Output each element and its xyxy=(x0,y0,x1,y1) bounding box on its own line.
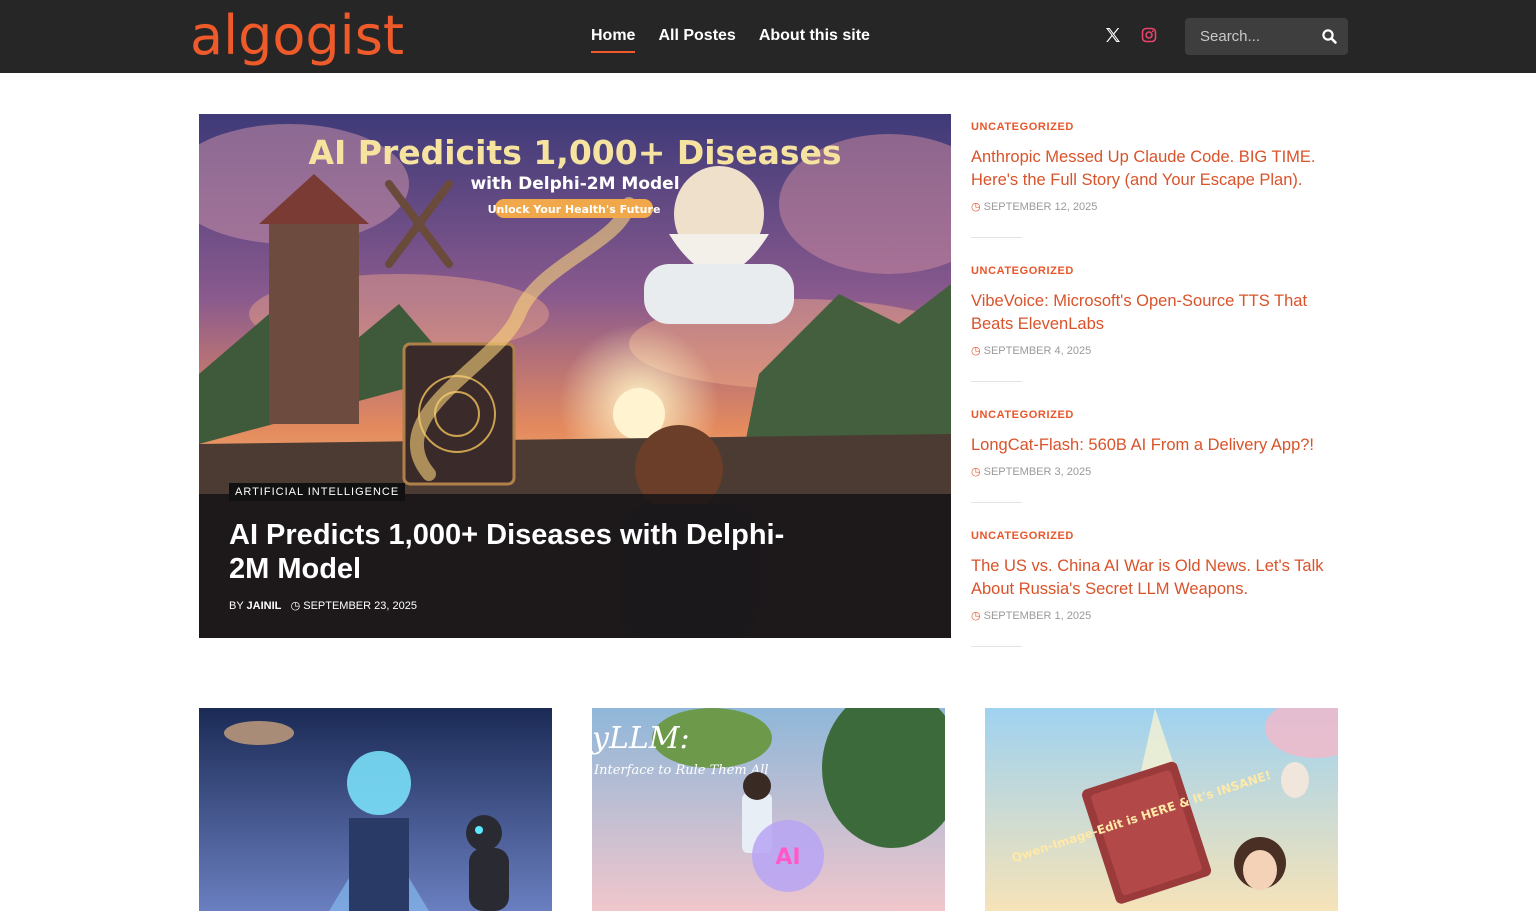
clock-icon: ◷ xyxy=(971,466,981,478)
instagram-icon[interactable] xyxy=(1140,26,1158,44)
clock-icon: ◷ xyxy=(971,201,981,213)
list-item: UNCATEGORIZED VibeVoice: Microsoft's Ope… xyxy=(971,264,1341,358)
post-card-image: yLLM: Interface to Rule Them All AI xyxy=(592,708,945,911)
featured-category-badge[interactable]: ARTIFICIAL INTELLIGENCE xyxy=(229,483,406,501)
post-title[interactable]: Anthropic Messed Up Claude Code. BIG TIM… xyxy=(971,146,1341,192)
post-card-llm[interactable]: yLLM: Interface to Rule Them All AI xyxy=(592,708,945,911)
featured-author[interactable]: JAINIL xyxy=(247,600,282,612)
clock-icon: ◷ xyxy=(290,600,301,612)
featured-date: SEPTEMBER 23, 2025 xyxy=(303,600,417,612)
divider xyxy=(971,381,1022,382)
post-date-row: ◷ SEPTEMBER 4, 2025 xyxy=(971,344,1341,358)
card-image-subtitle: Interface to Rule Them All xyxy=(593,763,769,778)
social-links xyxy=(1104,26,1158,44)
x-twitter-icon[interactable] xyxy=(1104,26,1122,44)
post-category[interactable]: UNCATEGORIZED xyxy=(971,529,1341,543)
post-category[interactable]: UNCATEGORIZED xyxy=(971,120,1341,134)
divider xyxy=(971,646,1022,647)
search-input[interactable] xyxy=(1185,18,1310,55)
site-header: algogist Home All Postes About this site xyxy=(0,0,1536,73)
card-orb-text: AI xyxy=(775,845,800,870)
post-date-row: ◷ SEPTEMBER 1, 2025 xyxy=(971,609,1341,623)
featured-image-headline: AI Predicits 1,000+ Diseases xyxy=(308,133,841,172)
list-item: UNCATEGORIZED Anthropic Messed Up Claude… xyxy=(971,120,1341,214)
nav-about[interactable]: About this site xyxy=(759,24,870,48)
post-card-qwen[interactable]: Qwen-Image-Edit is HERE & It's INSANE! xyxy=(985,708,1338,911)
post-title[interactable]: LongCat-Flash: 560B AI From a Delivery A… xyxy=(971,434,1341,457)
list-item: UNCATEGORIZED The US vs. China AI War is… xyxy=(971,529,1341,623)
post-category[interactable]: UNCATEGORIZED xyxy=(971,264,1341,278)
featured-post-title[interactable]: AI Predicts 1,000+ Diseases with Delphi-… xyxy=(229,518,789,586)
post-title[interactable]: The US vs. China AI War is Old News. Let… xyxy=(971,555,1341,601)
featured-post-meta: BY JAINIL ◷ SEPTEMBER 23, 2025 xyxy=(229,600,417,612)
list-item: UNCATEGORIZED LongCat-Flash: 560B AI Fro… xyxy=(971,408,1341,479)
main-nav: Home All Postes About this site xyxy=(591,24,870,53)
card-image-title: yLLM: xyxy=(592,721,690,756)
post-card-image: Qwen-Image-Edit is HERE & It's INSANE! xyxy=(985,708,1338,911)
featured-post[interactable]: AI Predicits 1,000+ Diseases with Delphi… xyxy=(199,114,951,638)
post-category[interactable]: UNCATEGORIZED xyxy=(971,408,1341,422)
post-date: SEPTEMBER 12, 2025 xyxy=(983,201,1098,213)
nav-home[interactable]: Home xyxy=(591,24,636,53)
nav-all-posts[interactable]: All Postes xyxy=(658,24,735,48)
post-date-row: ◷ SEPTEMBER 12, 2025 xyxy=(971,200,1341,214)
post-date-row: ◷ SEPTEMBER 3, 2025 xyxy=(971,465,1341,479)
featured-image-subheadline: with Delphi-2M Model xyxy=(470,174,679,194)
site-logo[interactable]: algogist xyxy=(190,4,404,68)
search-box xyxy=(1185,18,1348,55)
clock-icon: ◷ xyxy=(971,345,981,357)
featured-image-tagline: Unlock Your Health's Future xyxy=(488,203,661,216)
post-title[interactable]: VibeVoice: Microsoft's Open-Source TTS T… xyxy=(971,290,1341,336)
post-card-image xyxy=(199,708,552,911)
post-date: SEPTEMBER 4, 2025 xyxy=(983,345,1092,357)
divider xyxy=(971,502,1022,503)
search-icon[interactable] xyxy=(1321,28,1338,45)
post-card-apple[interactable] xyxy=(199,708,552,911)
featured-by-label: BY xyxy=(229,600,244,612)
post-date: SEPTEMBER 1, 2025 xyxy=(983,610,1092,622)
clock-icon: ◷ xyxy=(971,610,981,622)
post-date: SEPTEMBER 3, 2025 xyxy=(983,466,1092,478)
divider xyxy=(971,237,1022,238)
